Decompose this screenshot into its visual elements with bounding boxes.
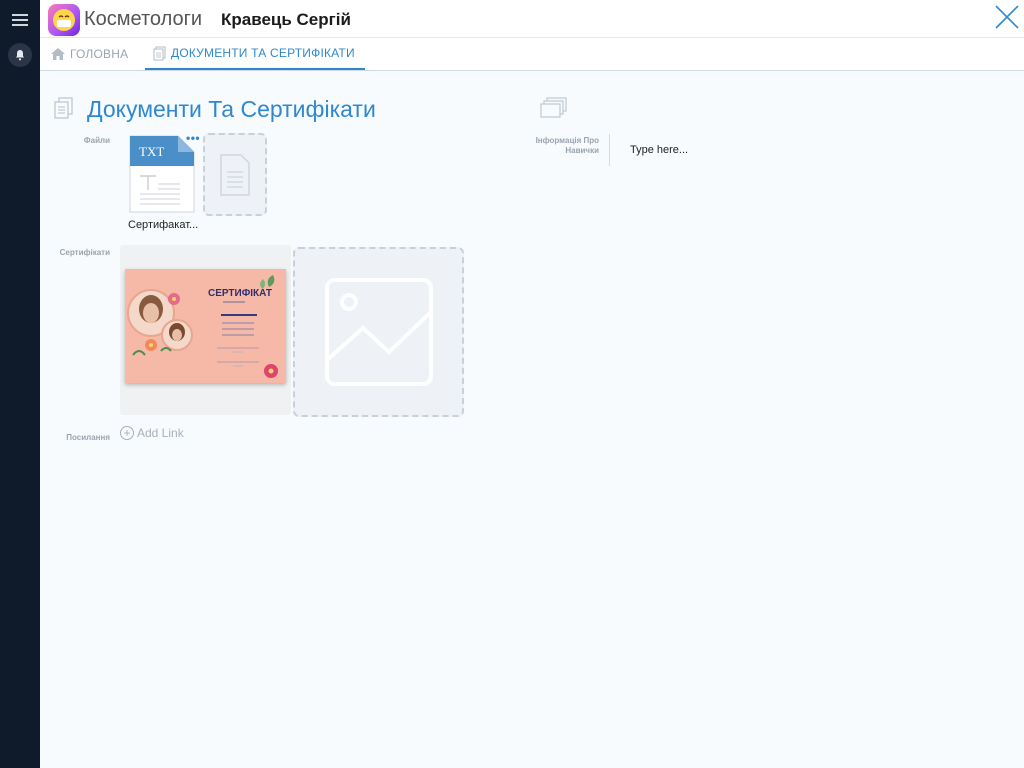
documents-section-icon — [53, 96, 75, 125]
skills-label: Інформація Про Навички — [535, 136, 599, 155]
notifications-bell-icon[interactable] — [8, 43, 32, 67]
header-bar: Косметологи Кравець Сергій — [40, 0, 1024, 38]
file-item-txt[interactable]: TXT — [128, 134, 196, 216]
tab-documents-label: ДОКУМЕНТИ ТА СЕРТИФІКАТИ — [171, 46, 355, 60]
file-type-badge: TXT — [139, 144, 165, 159]
file-more-options-icon[interactable]: ••• — [186, 132, 200, 144]
add-link-label: Add Link — [137, 426, 184, 440]
tab-documents[interactable]: ДОКУМЕНТИ ТА СЕРТИФІКАТИ — [145, 38, 365, 70]
file-placeholder-icon — [220, 153, 250, 196]
skills-input[interactable] — [622, 141, 922, 159]
home-icon — [50, 47, 66, 61]
image-placeholder-icon — [324, 278, 433, 386]
cards-stack-icon — [540, 97, 568, 124]
files-label: Файли — [83, 136, 110, 145]
certificate-item[interactable]: СЕРТИФІКАТ — [120, 245, 291, 415]
tab-home[interactable]: ГОЛОВНА — [50, 38, 128, 70]
left-rail — [0, 0, 40, 768]
file-name: Сертифакат... — [128, 219, 198, 231]
file-upload-dropzone[interactable] — [203, 133, 267, 216]
certificates-label: Сертифікати — [59, 248, 110, 257]
app-logo-icon[interactable] — [48, 4, 80, 36]
links-label: Посилання — [66, 433, 110, 442]
app-name: Косметологи — [84, 8, 203, 30]
certificate-title: СЕРТИФІКАТ — [208, 288, 272, 299]
person-name: Кравець Сергій — [221, 10, 351, 29]
certificate-image: СЕРТИФІКАТ — [125, 269, 286, 383]
tab-bar: ГОЛОВНА ДОКУМЕНТИ ТА СЕРТИФІКАТИ — [40, 38, 1024, 71]
add-link-button[interactable]: + Add Link — [120, 426, 184, 440]
plus-circle-icon: + — [120, 426, 134, 440]
tab-home-label: ГОЛОВНА — [70, 47, 129, 61]
divider — [609, 134, 610, 166]
page-title: Документи Та Сертифікати — [87, 96, 376, 122]
hamburger-menu-icon[interactable] — [12, 14, 28, 30]
document-icon — [153, 46, 167, 61]
certificate-upload-dropzone[interactable] — [293, 247, 464, 417]
close-icon[interactable] — [994, 4, 1020, 30]
